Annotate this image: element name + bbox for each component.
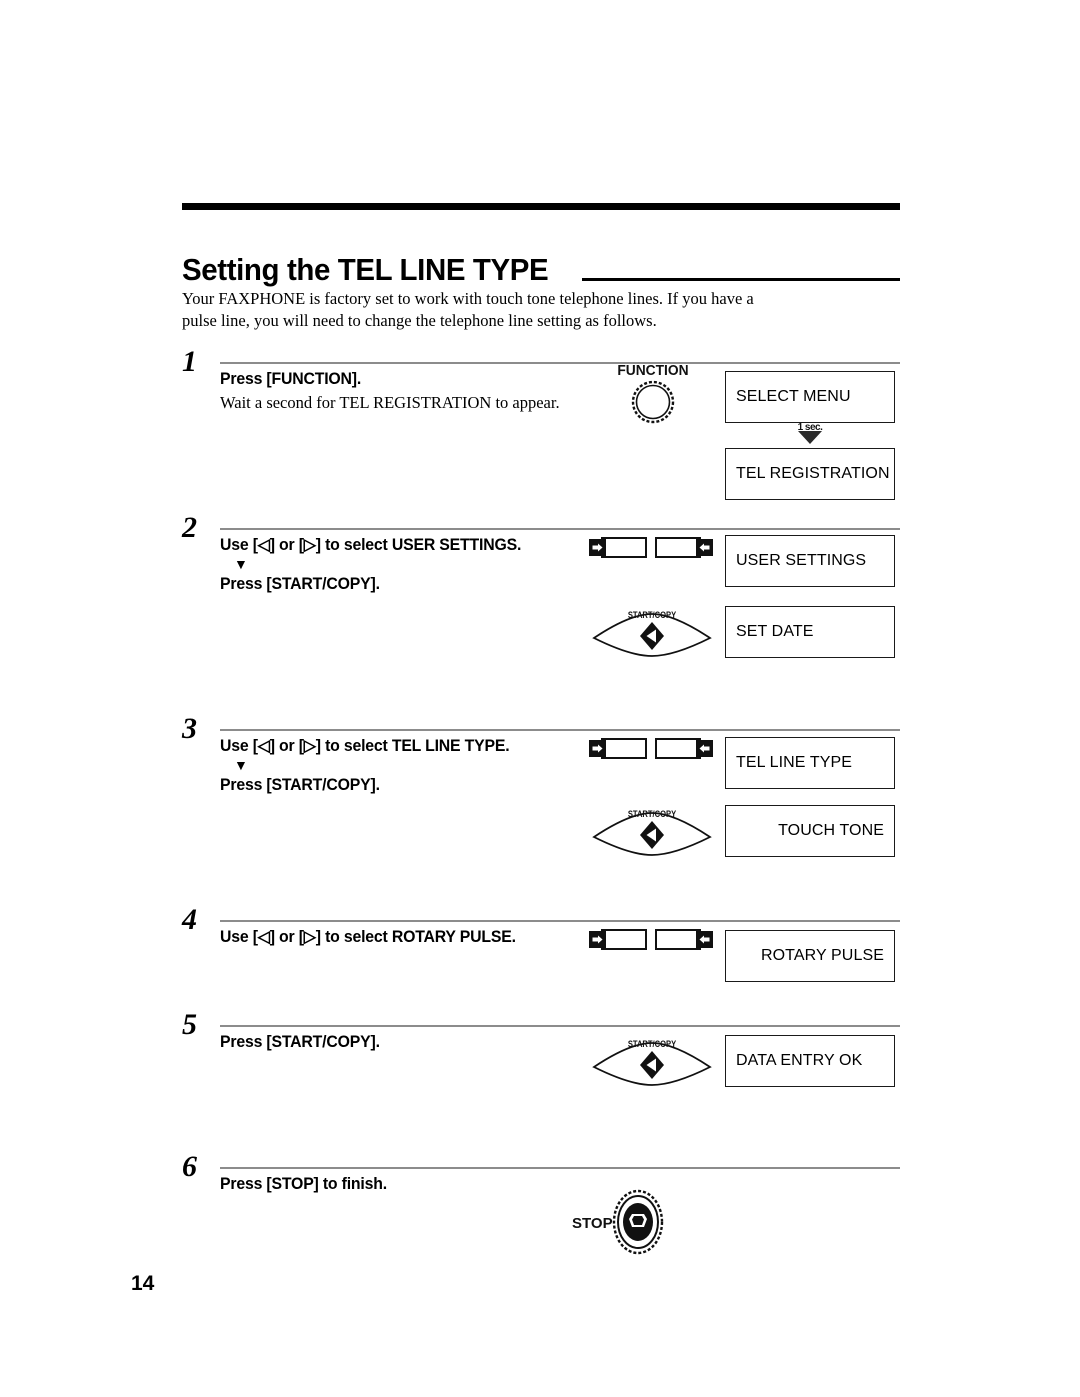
lcd-display: USER SETTINGS (725, 535, 895, 587)
lcd-display: DATA ENTRY OK (725, 1035, 895, 1087)
step-text: Press [START/COPY]. (220, 1031, 610, 1053)
step-divider (220, 729, 900, 731)
page-title: Setting the TEL LINE TYPE (182, 252, 549, 287)
start-copy-button-icon: START/COPY (590, 606, 714, 658)
arrow-keys-icon (586, 531, 716, 565)
step-number: 1 (182, 345, 197, 378)
step-number: 3 (182, 712, 197, 745)
lcd-display: ROTARY PULSE (725, 930, 895, 982)
lcd-display: SELECT MENU (725, 371, 895, 423)
header-rule (182, 203, 900, 210)
step-number: 4 (182, 903, 197, 936)
lcd-display: TEL LINE TYPE (725, 737, 895, 789)
step-divider (220, 362, 900, 364)
svg-text:STOP: STOP (572, 1215, 613, 1232)
lcd-display: SET DATE (725, 606, 895, 658)
lcd-display: TOUCH TONE (725, 805, 895, 857)
down-triangle-icon: ▼ (234, 558, 248, 573)
step-text: Press [STOP] to finish. (220, 1173, 610, 1195)
one-second-arrow: 1 sec. (780, 423, 840, 445)
step-instruction: Use [◁] or [▷] to select ROTARY PULSE. (220, 928, 516, 946)
title-underline (581, 278, 900, 281)
step-instruction: Press [FUNCTION]. (220, 370, 362, 388)
step-divider (220, 528, 900, 530)
stop-button-icon: STOP (560, 1186, 676, 1258)
step-number: 5 (182, 1008, 197, 1041)
step-instruction: Press [STOP] to finish. (220, 1175, 387, 1193)
step-instruction: Use [◁] or [▷] to select USER SETTINGS. (220, 536, 522, 554)
arrow-keys-icon (586, 923, 716, 957)
intro-paragraph: Your FAXPHONE is factory set to work wit… (182, 289, 754, 330)
down-triangle-icon: ▼ (234, 759, 248, 774)
step-instruction-2: Press [START/COPY]. (220, 776, 380, 794)
step-number: 6 (182, 1150, 197, 1183)
step-instruction: Use [◁] or [▷] to select TEL LINE TYPE. (220, 737, 510, 755)
step-instruction: Press [START/COPY]. (220, 1033, 380, 1051)
start-copy-button-icon: START/COPY (590, 805, 714, 857)
lcd-display: TEL REGISTRATION (725, 448, 895, 500)
step-text: Press [FUNCTION]. Wait a second for TEL … (220, 368, 610, 414)
step-note: Wait a second for TEL REGISTRATION to ap… (220, 393, 560, 412)
step-number: 2 (182, 511, 197, 544)
step-text: Use [◁] or [▷] to select USER SETTINGS. … (220, 534, 610, 595)
arrow-keys-icon (586, 732, 716, 766)
page-title-row: Setting the TEL LINE TYPE (182, 243, 900, 287)
step-divider (220, 1167, 900, 1169)
manual-page: Setting the TEL LINE TYPE Your FAXPHONE … (0, 0, 1080, 1397)
svg-text:FUNCTION: FUNCTION (617, 363, 688, 380)
down-arrow-icon (798, 431, 822, 444)
step-text: Use [◁] or [▷] to select ROTARY PULSE. (220, 926, 610, 948)
start-copy-button-icon: START/COPY (590, 1035, 714, 1087)
step-divider (220, 920, 900, 922)
page-number: 14 (131, 1272, 155, 1295)
step-instruction-2: Press [START/COPY]. (220, 575, 380, 593)
function-button-icon: FUNCTION (610, 361, 696, 425)
step-text: Use [◁] or [▷] to select TEL LINE TYPE. … (220, 735, 610, 796)
step-divider (220, 1025, 900, 1027)
